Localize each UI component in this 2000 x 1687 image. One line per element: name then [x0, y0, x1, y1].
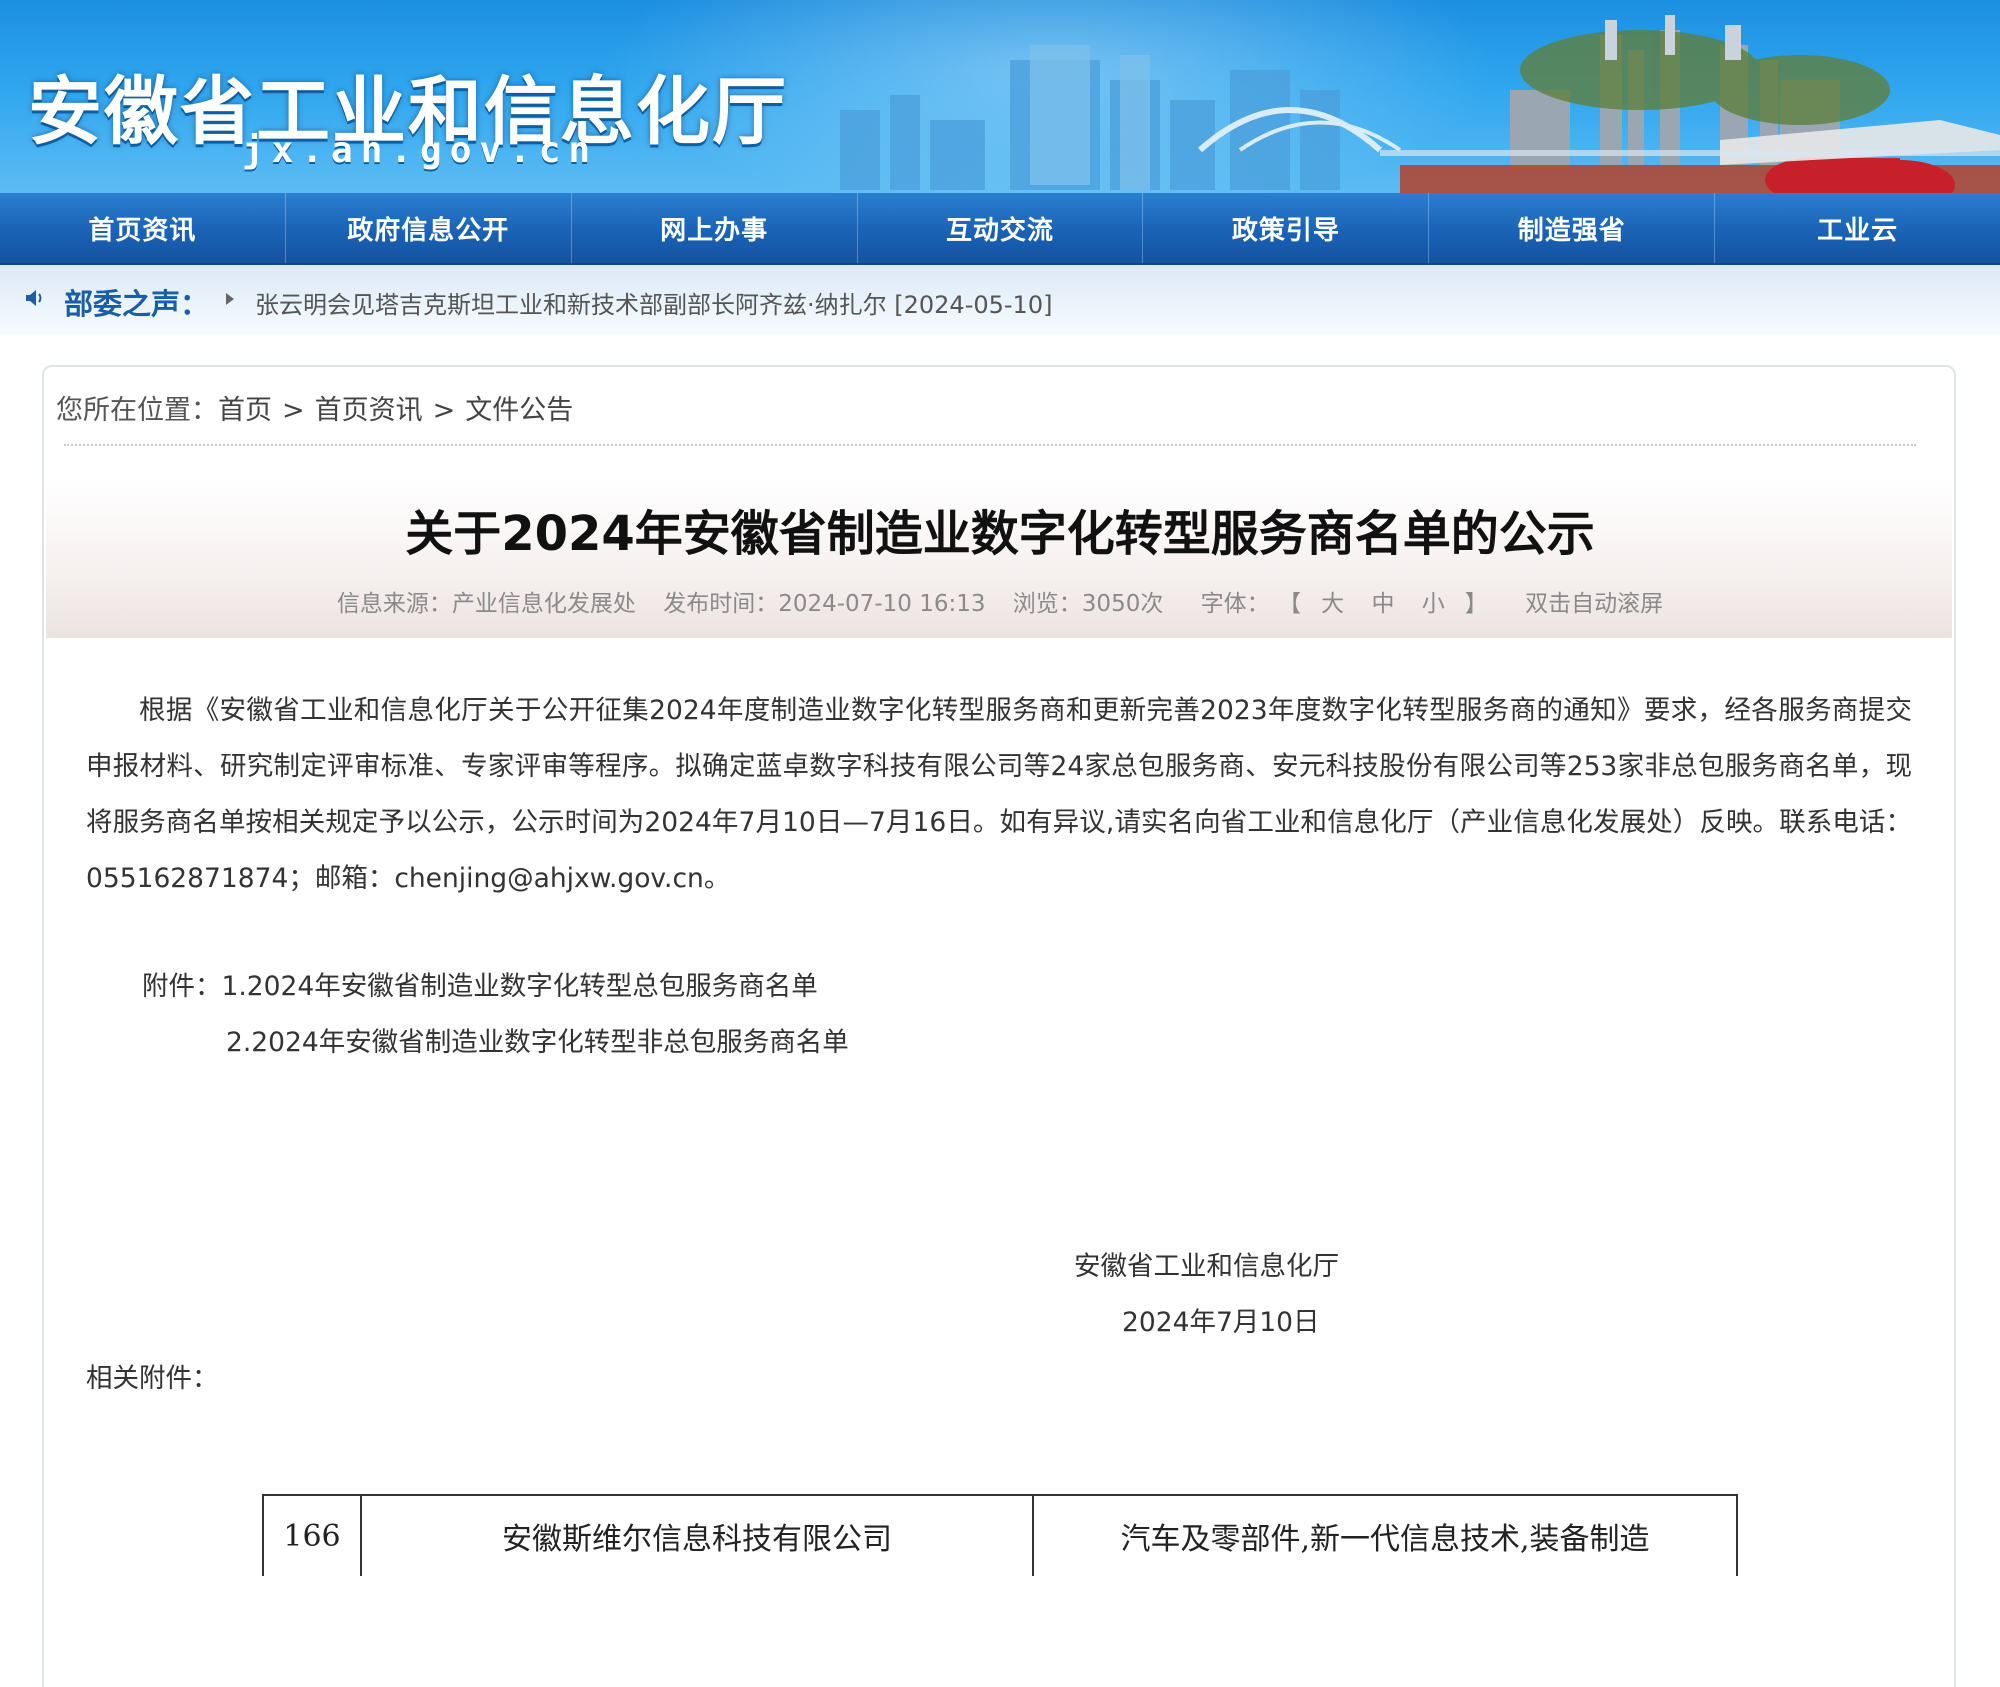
city-skyline-illustration [840, 15, 2000, 193]
nav-item-interaction[interactable]: 互动交流 [858, 193, 1144, 263]
meta-font-open: 【 [1289, 591, 1302, 617]
nav-item-policy[interactable]: 政策引导 [1143, 193, 1430, 263]
site-domain: jx.ah.gov.cn [242, 130, 599, 171]
nav-item-gov-info[interactable]: 政府信息公开 [286, 193, 572, 263]
breadcrumb: 您所在位置：首页 > 首页资讯 > 文件公告 [56, 388, 573, 427]
article-title: 关于2024年安徽省制造业数字化转型服务商名单的公示 [405, 506, 1595, 562]
attachment-item-1[interactable]: 1.2024年安徽省制造业数字化转型总包服务商名单 [222, 971, 818, 1002]
table-cell-company: 安徽斯维尔信息科技有限公司 [360, 1494, 1034, 1576]
signature-org: 安徽省工业和信息化厅 [1074, 1251, 1339, 1282]
table-cell-number: 166 [262, 1494, 362, 1576]
article-paragraph: 根据《安徽省工业和信息化厅关于公开征集2024年度制造业数字化转型服务商和更新完… [86, 695, 1912, 894]
meta-views: 浏览：3050次 [1012, 591, 1164, 617]
breadcrumb-separator: > [432, 395, 456, 426]
notice-link[interactable]: 张云明会见塔吉克斯坦工业和新技术部副部长阿齐兹·纳扎尔 [2024-05-10] [255, 285, 1052, 320]
nav-item-home-news[interactable]: 首页资讯 [0, 193, 286, 263]
breadcrumb-home[interactable]: 首页 [218, 395, 272, 426]
font-small-link[interactable]: 小 [1422, 591, 1445, 617]
article-meta: 信息来源：产业信息化发展处 发布时间：2024-07-10 16:13 浏览：3… [0, 584, 2000, 618]
font-large-link[interactable]: 大 [1321, 591, 1344, 617]
table-cell-field: 汽车及零部件,新一代信息技术,装备制造 [1032, 1494, 1738, 1576]
attachment-item-2[interactable]: 2.2024年安徽省制造业数字化转型非总包服务商名单 [226, 1020, 849, 1059]
nav-item-industry-cloud[interactable]: 工业云 [1715, 193, 2000, 263]
breadcrumb-separator: > [282, 395, 305, 426]
breadcrumb-divider [64, 444, 1916, 446]
site-banner: 安徽省工业和信息化厅 jx.ah.gov.cn [0, 0, 2000, 193]
nav-item-online-services[interactable]: 网上办事 [572, 193, 858, 263]
meta-published: 发布时间：2024-07-10 16:13 [663, 591, 986, 617]
article-body: 根据《安徽省工业和信息化厅关于公开征集2024年度制造业数字化转型服务商和更新完… [86, 683, 1912, 907]
meta-font-close: 】 [1464, 591, 1488, 617]
autoscroll-link[interactable]: 双击自动滚屏 [1525, 591, 1663, 617]
signature-date: 2024年7月10日 [1122, 1307, 1320, 1338]
notice-label: 部委之声： [64, 287, 210, 321]
attachment-line-1: 附件：1.2024年安徽省制造业数字化转型总包服务商名单 [142, 964, 818, 1003]
nav-item-manufacturing[interactable]: 制造强省 [1429, 193, 1716, 263]
breadcrumb-home-news[interactable]: 首页资讯 [315, 395, 423, 426]
table-row: 166 安徽斯维尔信息科技有限公司 汽车及零部件,新一代信息技术,装备制造 [262, 1494, 1738, 1576]
meta-font-size: 字体： 【大 中 小】 [1191, 591, 1498, 617]
breadcrumb-prefix: 您所在位置： [56, 395, 218, 426]
speaker-icon [26, 290, 42, 306]
breadcrumb-file-notice[interactable]: 文件公告 [465, 395, 573, 426]
main-nav: 首页资讯 政府信息公开 网上办事 互动交流 政策引导 制造强省 工业云 [0, 193, 2000, 265]
meta-source: 信息来源：产业信息化发展处 [336, 591, 636, 617]
vendor-table: 166 安徽斯维尔信息科技有限公司 汽车及零部件,新一代信息技术,装备制造 [262, 1494, 1738, 1576]
meta-font-label: 字体： [1200, 591, 1270, 617]
attachments-label: 附件： [142, 971, 222, 1002]
related-attachments-label: 相关附件： [86, 1363, 219, 1394]
arrow-right-icon [226, 293, 234, 305]
font-medium-link[interactable]: 中 [1371, 591, 1394, 617]
